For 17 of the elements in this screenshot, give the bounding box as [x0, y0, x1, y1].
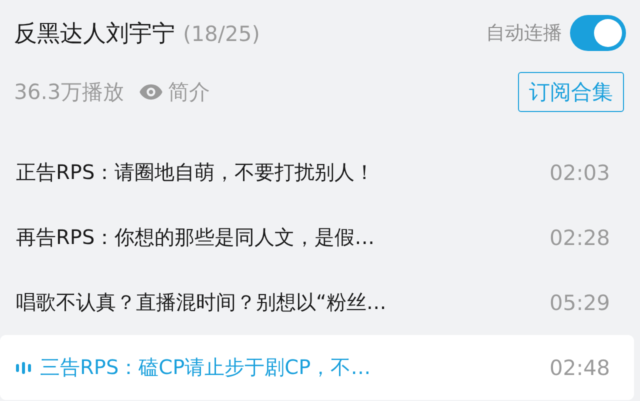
collection-title: 反黑达人刘宇宁 [14, 20, 175, 48]
episode-item[interactable]: 再告RPS：你想的那些是同人文，是假… 02:28 [0, 205, 634, 270]
play-count: 36.3万播放 [14, 79, 124, 106]
episode-title: 三告RPS：磕CP请止步于剧CP，不… [40, 354, 372, 381]
episode-title: 再告RPS：你想的那些是同人文，是假… [16, 224, 376, 251]
episode-item[interactable]: 唱歌不认真？直播混时间？别想以“粉丝… 05:29 [0, 270, 634, 335]
episode-duration: 02:03 [549, 160, 610, 184]
episode-item[interactable]: 正告RPS：请圈地自萌，不要打扰别人！ 02:03 [0, 140, 634, 205]
episode-duration: 02:48 [549, 356, 610, 380]
episode-count: (18/25) [183, 22, 260, 46]
episode-title: 唱歌不认真？直播混时间？别想以“粉丝… [16, 289, 388, 316]
episode-duration: 05:29 [549, 290, 610, 314]
playing-icon [16, 360, 32, 374]
autoplay-label: 自动连播 [486, 21, 562, 46]
autoplay-toggle[interactable] [570, 15, 626, 51]
episode-title: 正告RPS：请圈地自萌，不要打扰别人！ [16, 159, 376, 186]
episode-duration: 02:28 [549, 226, 610, 250]
